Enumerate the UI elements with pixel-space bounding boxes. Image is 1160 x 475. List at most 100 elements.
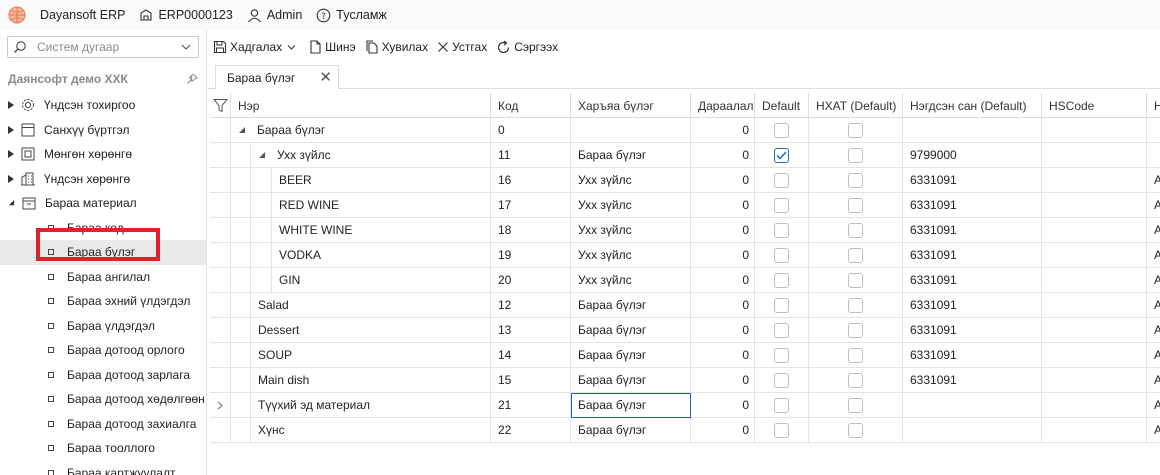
table-row[interactable]: Dessert 13Бараа бүлэг0 6331091 A [210, 318, 1160, 343]
nhat-checkbox[interactable] [848, 397, 863, 413]
nhat-checkbox[interactable] [848, 247, 863, 263]
table-row[interactable]: Түүхий эд материал 21Бараа бүлэг0 A [210, 393, 1160, 418]
default-checkbox[interactable] [774, 222, 789, 238]
cell-fund[interactable]: 6331091 [903, 268, 1042, 293]
cell-order[interactable]: 0 [691, 318, 755, 343]
cell-fund[interactable] [903, 393, 1042, 418]
collapsed-arrow-icon[interactable] [8, 125, 14, 134]
cell-parent[interactable]: Бараа бүлэг [571, 143, 691, 168]
cell-extra[interactable]: A [1147, 318, 1160, 343]
cell-nhat[interactable] [809, 293, 903, 318]
delete-button[interactable]: Устгах [437, 40, 487, 54]
cell-hscode[interactable] [1042, 243, 1147, 268]
row-selector[interactable] [210, 268, 231, 293]
cell-code[interactable]: 22 [491, 418, 571, 443]
tree-node-group[interactable]: Бараа материал [0, 191, 206, 216]
cell-hscode[interactable] [1042, 418, 1147, 443]
cell-order[interactable]: 0 [691, 243, 755, 268]
cell-name[interactable]: Бараа бүлэг [231, 118, 491, 143]
cell-fund[interactable]: 6331091 [903, 218, 1042, 243]
chevron-down-icon[interactable] [180, 41, 192, 53]
header-col-parent[interactable]: Харъяа бүлэг [571, 93, 691, 118]
default-checkbox[interactable] [774, 422, 789, 438]
nhat-checkbox[interactable] [848, 422, 863, 438]
table-row[interactable]: Salad 12Бараа бүлэг0 6331091 A [210, 293, 1160, 318]
cell-code[interactable]: 11 [491, 143, 571, 168]
default-checkbox-checked[interactable] [774, 147, 789, 163]
tree-item[interactable]: Бараа тооллого [0, 436, 206, 461]
table-row[interactable]: Хүнс 22Бараа бүлэг0 A [210, 418, 1160, 443]
tree-item[interactable]: Бараа эхний үлдэгдэл [0, 289, 206, 314]
cell-code[interactable]: 12 [491, 293, 571, 318]
cell-order[interactable]: 0 [691, 418, 755, 443]
cell-name[interactable]: BEER [272, 168, 491, 193]
cell-default[interactable] [755, 268, 809, 293]
table-row[interactable]: WHITE WINE 18Ухх зүйлс0 6331091 A [210, 218, 1160, 243]
cell-default[interactable] [755, 393, 809, 418]
cell-name[interactable]: Main dish [251, 368, 491, 393]
cell-name[interactable]: Хүнс [251, 418, 491, 443]
cell-hscode[interactable] [1042, 293, 1147, 318]
cell-fund[interactable]: 6331091 [903, 243, 1042, 268]
cell-parent[interactable]: Ухх зүйлс [571, 193, 691, 218]
cell-parent[interactable]: Ухх зүйлс [571, 268, 691, 293]
cell-extra[interactable]: A [1147, 218, 1160, 243]
cell-nhat[interactable] [809, 368, 903, 393]
cell-default[interactable] [755, 243, 809, 268]
header-col-name[interactable]: Нэр [231, 93, 491, 118]
cell-nhat[interactable] [809, 168, 903, 193]
cell-default[interactable] [755, 193, 809, 218]
row-selector[interactable] [210, 143, 231, 168]
cell-nhat[interactable] [809, 318, 903, 343]
default-checkbox[interactable] [774, 372, 789, 388]
cell-order[interactable]: 0 [691, 218, 755, 243]
cell-hscode[interactable] [1042, 393, 1147, 418]
cell-extra[interactable]: A [1147, 418, 1160, 443]
cell-default[interactable] [755, 293, 809, 318]
table-row[interactable]: SOUP 14Бараа бүлэг0 6331091 A [210, 343, 1160, 368]
cell-hscode[interactable] [1042, 168, 1147, 193]
collapsed-arrow-icon[interactable] [8, 101, 14, 110]
cell-extra[interactable] [1147, 118, 1160, 143]
system-search-input[interactable]: Систем дугаар [7, 36, 199, 58]
default-checkbox[interactable] [774, 397, 789, 413]
row-selector[interactable] [210, 243, 231, 268]
cell-code[interactable]: 16 [491, 168, 571, 193]
cell-parent[interactable]: Ухх зүйлс [571, 243, 691, 268]
cell-name[interactable]: Түүхий эд материал [251, 393, 491, 418]
cell-parent[interactable]: Ухх зүйлс [571, 218, 691, 243]
cell-code[interactable]: 15 [491, 368, 571, 393]
cell-hscode[interactable] [1042, 268, 1147, 293]
cell-fund[interactable]: 9799000 [903, 143, 1042, 168]
default-checkbox[interactable] [774, 172, 789, 188]
database-button[interactable]: ERP0000123 [139, 8, 233, 22]
cell-parent[interactable]: Бараа бүлэг [571, 393, 691, 418]
row-selector[interactable] [210, 193, 231, 218]
row-selector[interactable] [210, 218, 231, 243]
cell-name[interactable]: VODKA [272, 243, 491, 268]
default-checkbox[interactable] [774, 322, 789, 338]
cell-code[interactable]: 20 [491, 268, 571, 293]
cell-name[interactable]: RED WINE [272, 193, 491, 218]
nhat-checkbox[interactable] [848, 322, 863, 338]
cell-order[interactable]: 0 [691, 268, 755, 293]
cell-order[interactable]: 0 [691, 343, 755, 368]
cell-order[interactable]: 0 [691, 118, 755, 143]
cell-nhat[interactable] [809, 143, 903, 168]
cell-extra[interactable]: A [1147, 268, 1160, 293]
cell-code[interactable]: 19 [491, 243, 571, 268]
cell-fund[interactable]: 6331091 [903, 293, 1042, 318]
cell-name[interactable]: Salad [251, 293, 491, 318]
header-col-order[interactable]: Дараалал [691, 93, 755, 118]
header-col-hscode[interactable]: HSCode [1042, 93, 1147, 118]
cell-extra[interactable]: A [1147, 168, 1160, 193]
row-selector[interactable] [210, 293, 231, 318]
tree-item[interactable]: Бараа ангилал [0, 265, 206, 290]
table-row[interactable]: Бараа бүлэг 0 0 [210, 118, 1160, 143]
pin-icon[interactable] [186, 73, 198, 85]
cell-code[interactable]: 14 [491, 343, 571, 368]
cell-parent[interactable]: Ухх зүйлс [571, 168, 691, 193]
cell-code[interactable]: 18 [491, 218, 571, 243]
user-button[interactable]: Admin [247, 8, 302, 23]
nhat-checkbox[interactable] [848, 122, 863, 138]
